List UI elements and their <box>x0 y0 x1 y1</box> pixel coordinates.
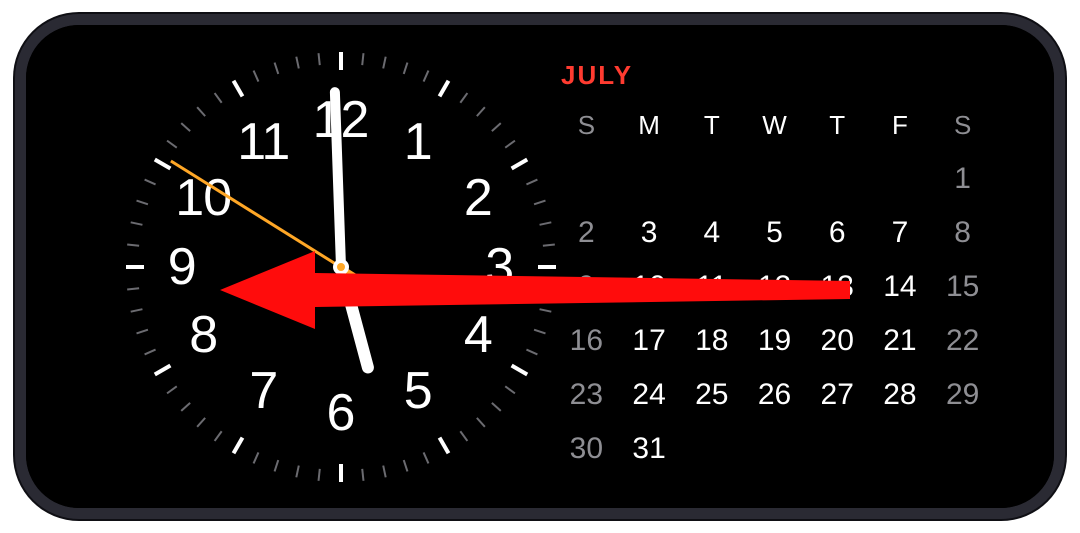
calendar-day-header: W <box>743 101 806 149</box>
clock-number-6: 6 <box>327 383 355 443</box>
volume-up-button <box>281 508 361 514</box>
calendar-day-cell[interactable]: 12 <box>743 263 806 311</box>
volume-down-button <box>381 508 461 514</box>
calendar-day-cell[interactable]: 8 <box>931 209 994 257</box>
clock-number-2: 2 <box>464 168 492 228</box>
calendar-day-cell <box>869 155 932 203</box>
calendar-day-cell[interactable]: 9 <box>555 263 618 311</box>
calendar-day-cell[interactable]: 3 <box>618 209 681 257</box>
calendar-day-cell <box>618 155 681 203</box>
iphone-frame: 12 1 2 3 4 5 6 7 8 9 10 11 JULY SMTWTFS1… <box>15 14 1065 519</box>
calendar-day-cell[interactable]: 2 <box>555 209 618 257</box>
clock-number-1: 1 <box>404 112 432 172</box>
calendar-day-header: T <box>680 101 743 149</box>
calendar-day-cell <box>680 425 743 473</box>
standby-screen[interactable]: 12 1 2 3 4 5 6 7 8 9 10 11 JULY SMTWTFS1… <box>26 25 1054 508</box>
calendar-day-cell[interactable]: 27 <box>806 371 869 419</box>
silent-switch <box>211 508 256 514</box>
calendar-day-cell[interactable]: 17 <box>618 317 681 365</box>
calendar-day-cell <box>555 155 618 203</box>
calendar-widget[interactable]: JULY SMTWTFS1234567891011121314151617181… <box>555 60 994 473</box>
clock-number-11: 11 <box>237 112 289 172</box>
calendar-day-cell[interactable]: 5 <box>743 209 806 257</box>
calendar-day-cell[interactable]: 6 <box>806 209 869 257</box>
calendar-day-cell[interactable]: 20 <box>806 317 869 365</box>
calendar-day-cell[interactable]: 23 <box>555 371 618 419</box>
calendar-day-cell[interactable]: 7 <box>869 209 932 257</box>
calendar-day-cell <box>931 425 994 473</box>
calendar-day-cell[interactable]: 30 <box>555 425 618 473</box>
calendar-day-header: S <box>555 101 618 149</box>
calendar-day-cell[interactable]: 29 <box>931 371 994 419</box>
calendar-day-cell[interactable]: 11 <box>680 263 743 311</box>
calendar-grid: SMTWTFS123456789101112131415161718192021… <box>555 101 994 473</box>
clock-center-cap <box>333 259 349 275</box>
calendar-day-cell[interactable]: 21 <box>869 317 932 365</box>
calendar-day-cell[interactable]: 25 <box>680 371 743 419</box>
calendar-day-cell[interactable]: 10 <box>618 263 681 311</box>
calendar-day-cell[interactable]: 15 <box>931 263 994 311</box>
calendar-day-cell <box>806 155 869 203</box>
calendar-day-cell[interactable]: 16 <box>555 317 618 365</box>
calendar-day-header: F <box>869 101 932 149</box>
clock-number-3: 3 <box>485 237 513 297</box>
calendar-day-cell <box>743 155 806 203</box>
calendar-day-cell[interactable]: 26 <box>743 371 806 419</box>
clock-number-4: 4 <box>464 305 492 365</box>
calendar-day-cell[interactable]: 13 <box>806 263 869 311</box>
clock-number-7: 7 <box>249 361 277 421</box>
calendar-day-cell <box>806 425 869 473</box>
calendar-day-cell[interactable]: 14 <box>869 263 932 311</box>
calendar-month-label: JULY <box>561 60 994 91</box>
calendar-day-header: M <box>618 101 681 149</box>
calendar-day-cell[interactable]: 1 <box>931 155 994 203</box>
calendar-day-cell[interactable]: 18 <box>680 317 743 365</box>
clock-widget[interactable]: 12 1 2 3 4 5 6 7 8 9 10 11 <box>126 52 555 482</box>
calendar-day-cell[interactable]: 28 <box>869 371 932 419</box>
calendar-day-header: S <box>931 101 994 149</box>
calendar-day-today[interactable]: 31 <box>618 425 681 473</box>
clock-number-10: 10 <box>175 168 231 228</box>
calendar-day-cell <box>680 155 743 203</box>
clock-number-8: 8 <box>189 305 217 365</box>
calendar-day-cell[interactable]: 19 <box>743 317 806 365</box>
calendar-day-cell <box>743 425 806 473</box>
calendar-day-header: T <box>806 101 869 149</box>
clock-number-9: 9 <box>168 237 196 297</box>
calendar-day-cell[interactable]: 4 <box>680 209 743 257</box>
clock-number-5: 5 <box>404 361 432 421</box>
calendar-day-cell[interactable]: 22 <box>931 317 994 365</box>
calendar-day-cell <box>869 425 932 473</box>
calendar-day-cell[interactable]: 24 <box>618 371 681 419</box>
